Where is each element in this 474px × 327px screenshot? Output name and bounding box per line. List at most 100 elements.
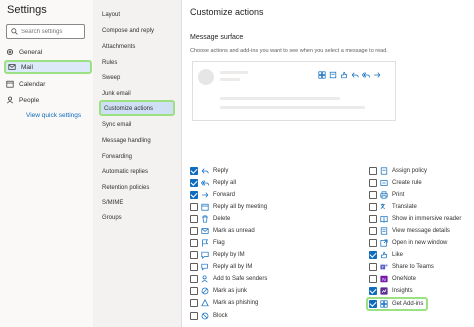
immersive-reader-icon — [380, 215, 388, 223]
checkbox[interactable] — [190, 239, 198, 247]
preview-line — [220, 78, 240, 81]
checkbox[interactable] — [190, 299, 198, 307]
checkbox[interactable] — [369, 179, 377, 187]
checkbox[interactable] — [369, 275, 377, 283]
nav-calendar[interactable]: Calendar — [6, 78, 45, 90]
checkbox[interactable] — [190, 191, 198, 199]
menu-automatic-replies[interactable]: Automatic replies — [102, 167, 148, 177]
action-open-new-window[interactable]: Open in new window — [369, 238, 447, 248]
details-icon — [380, 227, 388, 235]
action-reply[interactable]: Reply — [190, 166, 228, 176]
menu-compose-reply[interactable]: Compose and reply — [102, 26, 154, 36]
junk-icon — [201, 287, 209, 295]
action-onenote[interactable]: N OneNote — [369, 274, 416, 284]
action-mark-unread[interactable]: Mark as unread — [190, 226, 255, 236]
action-create-rule[interactable]: Create rule — [369, 178, 422, 188]
checkbox[interactable] — [369, 239, 377, 247]
menu-attachments[interactable]: Attachments — [102, 42, 135, 52]
action-view-details[interactable]: View message details — [369, 226, 450, 236]
section-title: Message surface — [190, 34, 244, 41]
checkbox[interactable] — [369, 167, 377, 175]
nav-general-label: General — [19, 48, 43, 56]
checkbox[interactable] — [190, 215, 198, 223]
avatar — [198, 69, 214, 85]
action-label: Reply — [213, 168, 229, 174]
mark-unread-icon — [201, 227, 209, 235]
checkbox[interactable] — [190, 203, 198, 211]
customize-actions-panel: Customize actions Message surface Choose… — [182, 0, 474, 327]
checkbox[interactable] — [190, 312, 198, 320]
action-delete[interactable]: Delete — [190, 214, 230, 224]
search-input[interactable] — [21, 28, 83, 35]
checkbox[interactable] — [369, 191, 377, 199]
action-label: Block — [213, 313, 228, 319]
checkbox[interactable] — [190, 167, 198, 175]
action-forward[interactable]: Forward — [190, 190, 235, 200]
action-translate[interactable]: Translate — [369, 202, 417, 212]
checkbox[interactable] — [190, 287, 198, 295]
menu-forwarding[interactable]: Forwarding — [102, 152, 132, 162]
translate-icon — [380, 203, 388, 211]
checkbox[interactable] — [190, 275, 198, 283]
menu-retention-policies[interactable]: Retention policies — [102, 183, 149, 193]
action-label: Open in new window — [392, 240, 448, 246]
section-description: Choose actions and add-ins you want to s… — [190, 48, 388, 54]
nav-mail[interactable]: Mail — [4, 60, 92, 74]
preview-toolbar — [318, 71, 381, 79]
action-label: Mark as phishing — [213, 300, 259, 306]
action-mark-junk[interactable]: Mark as junk — [190, 286, 247, 296]
checkbox[interactable] — [369, 251, 377, 259]
chat-icon — [201, 251, 209, 259]
checkbox[interactable] — [369, 300, 377, 308]
action-assign-policy[interactable]: Assign policy — [369, 166, 427, 176]
action-share-to-teams[interactable]: T Share to Teams — [369, 262, 434, 272]
checkbox[interactable] — [190, 251, 198, 259]
view-quick-settings-link[interactable]: View quick settings — [26, 112, 81, 119]
action-get-addins[interactable]: Get Add-ins — [369, 299, 423, 309]
menu-junk-email[interactable]: Junk email — [102, 89, 131, 99]
checkbox[interactable] — [190, 179, 198, 187]
nav-general[interactable]: General — [6, 46, 42, 58]
checkbox[interactable] — [190, 263, 198, 271]
action-reply-all-by-im[interactable]: Reply all by IM — [190, 262, 252, 272]
menu-customize-actions[interactable]: Customize actions — [99, 100, 175, 116]
action-insights[interactable]: Insights — [369, 286, 413, 296]
calendar-reply-icon — [201, 203, 209, 211]
action-mark-phishing[interactable]: Mark as phishing — [190, 298, 258, 308]
action-reply-all-by-meeting[interactable]: Reply all by meeting — [190, 202, 267, 212]
action-label: Assign policy — [392, 168, 428, 174]
action-reply-all[interactable]: Reply all — [190, 178, 236, 188]
like-icon — [380, 251, 388, 259]
action-label: Add to Safe senders — [213, 276, 268, 282]
checkbox[interactable] — [369, 203, 377, 211]
checkbox[interactable] — [190, 227, 198, 235]
action-immersive-reader[interactable]: Show in immersive reader — [369, 214, 461, 224]
checkbox[interactable] — [369, 287, 377, 295]
action-flag[interactable]: Flag — [190, 238, 225, 248]
action-block[interactable]: Block — [190, 311, 228, 321]
delete-icon — [201, 215, 209, 223]
menu-smime[interactable]: S/MIME — [102, 198, 123, 208]
menu-layout[interactable]: Layout — [102, 10, 120, 20]
menu-sweep[interactable]: Sweep — [102, 73, 120, 83]
reply-all-icon — [201, 179, 209, 187]
action-reply-by-im[interactable]: Reply by IM — [190, 250, 245, 260]
nav-mail-label: Mail — [21, 63, 33, 71]
forward-icon — [373, 71, 381, 79]
action-label: Reply all by meeting — [213, 204, 268, 210]
action-print[interactable]: Print — [369, 190, 404, 200]
action-add-safe-senders[interactable]: Add to Safe senders — [190, 274, 267, 284]
policy-icon — [380, 167, 388, 175]
menu-rules[interactable]: Rules — [102, 58, 117, 68]
reply-all-icon — [362, 71, 370, 79]
checkbox[interactable] — [369, 227, 377, 235]
settings-pane: Settings General Mail Calendar People Vi… — [0, 0, 93, 327]
search-box[interactable] — [6, 24, 85, 39]
menu-groups[interactable]: Groups — [102, 213, 122, 223]
menu-message-handling[interactable]: Message handling — [102, 136, 151, 146]
checkbox[interactable] — [369, 263, 377, 271]
nav-people[interactable]: People — [6, 94, 39, 106]
menu-sync-email[interactable]: Sync email — [102, 120, 131, 130]
action-like[interactable]: Like — [369, 250, 403, 260]
checkbox[interactable] — [369, 215, 377, 223]
